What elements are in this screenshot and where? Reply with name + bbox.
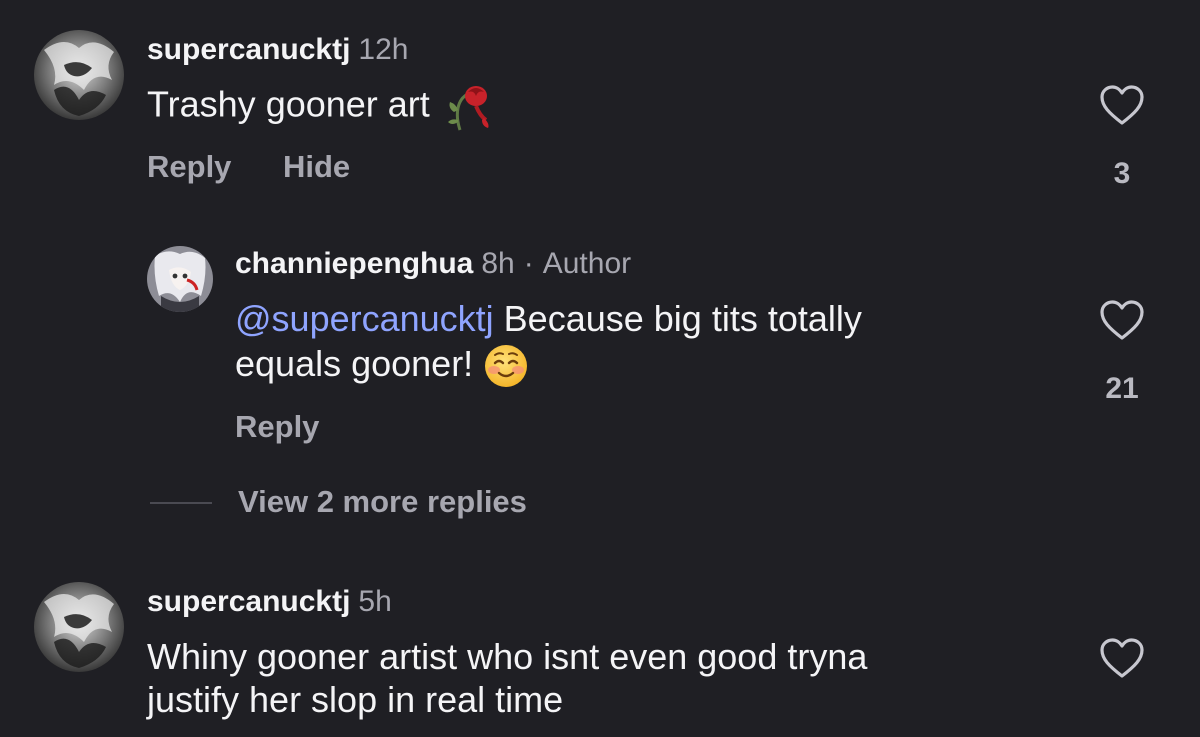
like-count: 3 xyxy=(1113,157,1131,190)
smiling-face-emoji xyxy=(483,343,529,389)
heart-icon[interactable] xyxy=(1099,84,1145,126)
comment-header: supercanucktj 5h xyxy=(147,584,392,620)
avatar[interactable] xyxy=(34,582,124,672)
comment-text: @supercanucktj Because big tits totally xyxy=(235,297,862,341)
mention-link[interactable]: @supercanucktj xyxy=(235,298,494,339)
replies-divider xyxy=(150,502,212,504)
comment-header: channiepenghua 8h · Author xyxy=(235,246,631,282)
heart-icon[interactable] xyxy=(1099,637,1145,679)
heart-icon[interactable] xyxy=(1099,299,1145,341)
comment-text: Trashy gooner art xyxy=(147,82,492,132)
like-count: 21 xyxy=(1105,372,1139,405)
reply-button[interactable]: Reply xyxy=(235,409,319,445)
separator: · xyxy=(523,247,534,280)
timestamp: 12h xyxy=(358,33,409,66)
view-more-replies-button[interactable]: View 2 more replies xyxy=(238,484,527,520)
comment-text: equals gooner! xyxy=(235,342,529,389)
comment-header: supercanucktj 12h xyxy=(147,32,408,68)
comment-text-line2: justify her slop in real time xyxy=(147,679,564,720)
timestamp: 8h xyxy=(481,247,515,280)
username[interactable]: supercanucktj xyxy=(147,33,350,66)
wilted-rose-emoji xyxy=(446,82,492,132)
avatar[interactable] xyxy=(147,246,213,312)
comment-text-line2: equals gooner! xyxy=(235,343,484,384)
reply-button[interactable]: Reply xyxy=(147,149,231,185)
username[interactable]: supercanucktj xyxy=(147,585,350,618)
comment-text-line1: Because big tits totally xyxy=(493,298,862,339)
avatar[interactable] xyxy=(34,30,124,120)
hide-button[interactable]: Hide xyxy=(283,149,350,185)
username[interactable]: channiepenghua xyxy=(235,247,473,280)
comment-text-content: Trashy gooner art xyxy=(147,83,430,125)
comment-text-line1: Whiny gooner artist who isnt even good t… xyxy=(147,636,868,677)
author-badge: Author xyxy=(542,247,632,280)
timestamp: 5h xyxy=(358,585,392,618)
